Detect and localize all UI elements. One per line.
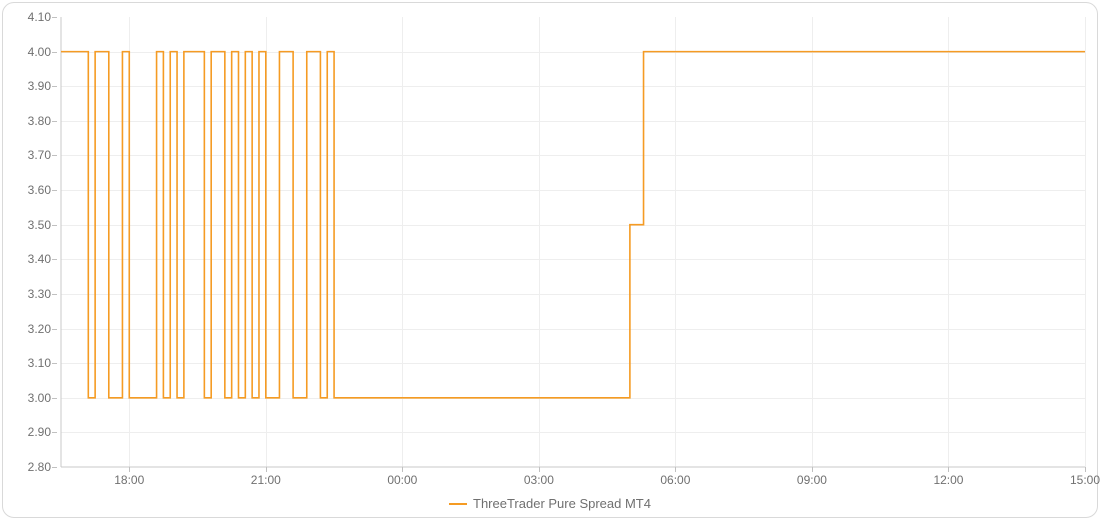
- y-tick-mark: [52, 259, 57, 260]
- x-tick-label: 12:00: [933, 473, 963, 487]
- y-tick-label: 3.90: [28, 79, 51, 93]
- x-tick-label: 06:00: [660, 473, 690, 487]
- x-tick-label: 15:00: [1070, 473, 1100, 487]
- x-axis: 18:0021:0000:0003:0006:0009:0012:0015:00: [61, 467, 1085, 489]
- plot-area: [61, 17, 1085, 467]
- y-tick-mark: [52, 155, 57, 156]
- series-path: [61, 52, 1085, 398]
- y-tick-label: 3.10: [28, 356, 51, 370]
- y-tick-label: 3.80: [28, 114, 51, 128]
- legend-item: ThreeTrader Pure Spread MT4: [449, 496, 651, 511]
- line-series: [61, 17, 1085, 467]
- x-tick-mark: [539, 467, 540, 472]
- y-tick-mark: [52, 294, 57, 295]
- y-tick-mark: [52, 86, 57, 87]
- y-tick-mark: [52, 225, 57, 226]
- x-tick-mark: [129, 467, 130, 472]
- y-tick-mark: [52, 329, 57, 330]
- x-tick-label: 21:00: [251, 473, 281, 487]
- gridline-vertical: [1085, 17, 1086, 467]
- y-tick-mark: [52, 398, 57, 399]
- x-tick-label: 00:00: [387, 473, 417, 487]
- y-tick-label: 3.00: [28, 391, 51, 405]
- x-tick-mark: [1085, 467, 1086, 472]
- x-tick-mark: [948, 467, 949, 472]
- x-tick-mark: [675, 467, 676, 472]
- y-tick-label: 4.00: [28, 45, 51, 59]
- legend-swatch: [449, 503, 467, 505]
- y-tick-mark: [52, 363, 57, 364]
- y-tick-label: 3.50: [28, 218, 51, 232]
- y-tick-mark: [52, 17, 57, 18]
- y-axis: 2.802.903.003.103.203.303.403.503.603.70…: [3, 17, 57, 467]
- y-tick-label: 3.40: [28, 252, 51, 266]
- legend: ThreeTrader Pure Spread MT4: [3, 493, 1097, 512]
- chart-card: 2.80 2.90 3.00 3.10 3.20 3.30 3.40 3.50 3.60 3.70…: [2, 2, 1098, 518]
- y-tick-label: 2.90: [28, 425, 51, 439]
- legend-label: ThreeTrader Pure Spread MT4: [473, 496, 651, 511]
- y-tick-label: 4.10: [28, 10, 51, 24]
- x-tick-mark: [812, 467, 813, 472]
- y-tick-label: 3.30: [28, 287, 51, 301]
- x-tick-label: 03:00: [524, 473, 554, 487]
- x-tick-mark: [266, 467, 267, 472]
- x-tick-mark: [402, 467, 403, 472]
- y-tick-label: 2.80: [28, 460, 51, 474]
- y-tick-mark: [52, 190, 57, 191]
- y-tick-mark: [52, 432, 57, 433]
- y-tick-mark: [52, 121, 57, 122]
- y-tick-mark: [52, 52, 57, 53]
- y-tick-label: 3.20: [28, 322, 51, 336]
- y-tick-label: 3.60: [28, 183, 51, 197]
- x-tick-label: 09:00: [797, 473, 827, 487]
- y-tick-label: 3.70: [28, 148, 51, 162]
- x-tick-label: 18:00: [114, 473, 144, 487]
- y-tick-mark: [52, 467, 57, 468]
